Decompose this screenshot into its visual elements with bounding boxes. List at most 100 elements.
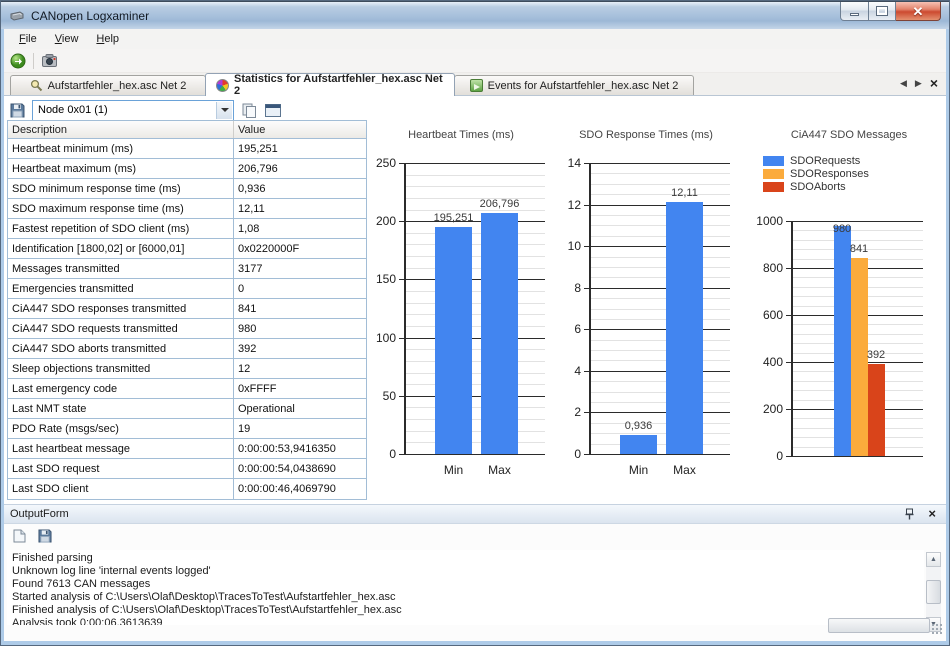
minor-gridline (591, 194, 730, 195)
y-tick-label: 2 (549, 405, 581, 419)
minor-gridline (591, 173, 730, 174)
output-copy-button[interactable] (10, 527, 28, 545)
minor-gridline (591, 257, 730, 258)
save-statistics-button[interactable] (8, 101, 26, 119)
maximize-button[interactable] (869, 2, 896, 21)
tab-close-icon[interactable]: × (930, 77, 938, 89)
table-row[interactable]: CiA447 SDO aborts transmitted392 (8, 339, 366, 359)
row-description: CiA447 SDO responses transmitted (8, 299, 234, 318)
major-gridline (399, 279, 545, 280)
tab-scroll-right-icon[interactable]: ▶ (915, 77, 922, 89)
document-tabstrip: Aufstartfehler_hex.asc Net 2 Statistics … (4, 73, 946, 96)
scrollbar-thumb[interactable] (926, 580, 941, 604)
y-tick-label: 150 (364, 272, 396, 286)
table-row[interactable]: Emergencies transmitted0 (8, 279, 366, 299)
bar-sdoresponses (851, 258, 868, 456)
copy-statistics-button[interactable] (240, 101, 258, 119)
minimize-button[interactable] (840, 2, 869, 21)
menu-help[interactable]: Help (87, 30, 128, 48)
menu-file[interactable]: File (10, 30, 46, 48)
report-button[interactable] (40, 52, 58, 70)
minor-gridline (406, 349, 545, 350)
close-button[interactable]: ✕ (896, 2, 941, 21)
tab-events[interactable]: Events for Aufstartfehler_hex.asc Net 2 (454, 75, 694, 95)
output-close-icon[interactable]: × (928, 507, 936, 521)
row-value: 1,08 (234, 219, 366, 238)
minor-gridline (793, 230, 923, 231)
y-tick-label: 250 (364, 156, 396, 170)
app-icon (9, 8, 25, 24)
horizontal-scrollbar-thumb[interactable] (828, 618, 930, 633)
row-description: Last SDO client (8, 479, 234, 499)
table-row[interactable]: SDO maximum response time (ms)12,11 (8, 199, 366, 219)
output-log[interactable]: Finished parsingUnknown log line 'intern… (7, 550, 924, 625)
output-save-button[interactable] (36, 527, 54, 545)
scroll-up-icon[interactable]: ▲ (926, 552, 941, 567)
table-row[interactable]: Last NMT stateOperational (8, 399, 366, 419)
bar-sdorequests (834, 226, 851, 456)
bar-value-label: 0,936 (625, 420, 653, 432)
row-value: 12 (234, 359, 366, 378)
tab-scroll-left-icon[interactable]: ◀ (900, 77, 907, 89)
row-value: 19 (234, 419, 366, 438)
minor-gridline (406, 384, 545, 385)
tab-statistics[interactable]: Statistics for Aufstartfehler_hex.asc Ne… (205, 73, 455, 96)
open-trace-icon (10, 53, 26, 69)
row-value: 392 (234, 339, 366, 358)
row-value: 195,251 (234, 139, 366, 158)
table-row[interactable]: Heartbeat maximum (ms)206,796 (8, 159, 366, 179)
row-value: 0,936 (234, 179, 366, 198)
table-row[interactable]: Heartbeat minimum (ms)195,251 (8, 139, 366, 159)
table-header: Description Value (8, 121, 366, 139)
major-gridline (584, 163, 730, 164)
resize-grip[interactable] (931, 623, 943, 635)
bar-value-label: 980 (833, 223, 851, 235)
log-line: Analysis took 0:00:06,3613639 (12, 617, 919, 625)
minor-gridline (591, 350, 730, 351)
table-row[interactable]: Last SDO request0:00:00:54,0438690 (8, 459, 366, 479)
table-row[interactable]: CiA447 SDO responses transmitted841 (8, 299, 366, 319)
combo-dropdown-button[interactable] (216, 102, 232, 119)
table-row[interactable]: PDO Rate (msgs/sec)19 (8, 419, 366, 439)
log-line: Unknown log line 'internal events logged… (12, 565, 919, 578)
row-description: Messages transmitted (8, 259, 234, 278)
table-row[interactable]: Fastest repetition of SDO client (ms)1,0… (8, 219, 366, 239)
row-value: 0 (234, 279, 366, 298)
table-row[interactable]: Messages transmitted3177 (8, 259, 366, 279)
column-header-description[interactable]: Description (8, 121, 234, 138)
minor-gridline (591, 381, 730, 382)
menu-view[interactable]: View (46, 30, 88, 48)
row-description: Last SDO request (8, 459, 234, 478)
minor-gridline (406, 244, 545, 245)
open-trace-button[interactable] (9, 52, 27, 70)
magnifier-icon (30, 79, 43, 92)
tab-trace[interactable]: Aufstartfehler_hex.asc Net 2 (10, 75, 206, 95)
major-gridline (399, 454, 545, 455)
major-gridline (584, 246, 730, 247)
table-row[interactable]: Identification [1800,02] or [6000,01]0x0… (8, 239, 366, 259)
table-row[interactable]: CiA447 SDO requests transmitted980 (8, 319, 366, 339)
table-row[interactable]: Last heartbeat message0:00:00:53,9416350 (8, 439, 366, 459)
row-description: Sleep objections transmitted (8, 359, 234, 378)
minor-gridline (406, 373, 545, 374)
log-line: Finished analysis of C:\Users\Olaf\Deskt… (12, 604, 919, 617)
pin-icon[interactable] (905, 508, 914, 520)
column-header-value[interactable]: Value (234, 121, 366, 138)
table-row[interactable]: Last SDO client0:00:00:46,4069790 (8, 479, 366, 499)
minor-gridline (591, 360, 730, 361)
tab-trace-label: Aufstartfehler_hex.asc Net 2 (48, 80, 187, 92)
table-row[interactable]: SDO minimum response time (ms)0,936 (8, 179, 366, 199)
y-tick-label: 12 (549, 198, 581, 212)
bar-sdoaborts (868, 364, 885, 456)
table-row[interactable]: Last emergency code0xFFFF (8, 379, 366, 399)
minor-gridline (591, 184, 730, 185)
node-selector[interactable]: Node 0x01 (1) (32, 100, 234, 121)
events-icon (470, 79, 483, 92)
title-bar[interactable]: CANopen Logxaminer ✕ (1, 1, 949, 29)
minor-gridline (591, 236, 730, 237)
table-row[interactable]: Sleep objections transmitted12 (8, 359, 366, 379)
bar-value-label: 841 (850, 243, 868, 255)
y-tick-label: 1000 (751, 214, 783, 228)
export-window-button[interactable] (264, 101, 282, 119)
y-tick-label: 0 (751, 449, 783, 463)
